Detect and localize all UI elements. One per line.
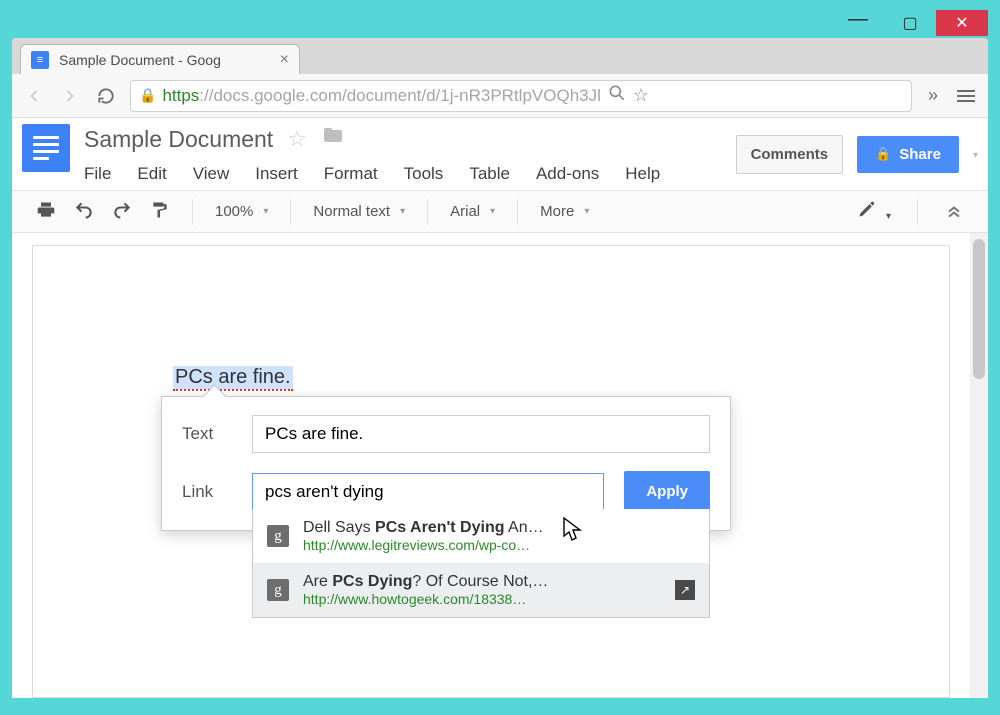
style-value: Normal text xyxy=(313,203,390,220)
lock-icon: 🔒 xyxy=(139,87,156,104)
address-bar[interactable]: 🔒 https://docs.google.com/document/d/1j-… xyxy=(130,80,912,112)
undo-icon xyxy=(74,200,94,220)
address-url: https://docs.google.com/document/d/1j-nR… xyxy=(162,86,600,106)
hamburger-icon xyxy=(957,90,975,92)
url-scheme: https xyxy=(162,86,199,105)
menu-addons[interactable]: Add-ons xyxy=(536,164,599,184)
pencil-icon xyxy=(857,199,877,219)
comments-button[interactable]: Comments xyxy=(736,135,844,174)
print-icon xyxy=(36,200,56,220)
print-button[interactable] xyxy=(36,200,56,224)
menu-insert[interactable]: Insert xyxy=(255,164,298,184)
apply-link-button[interactable]: Apply xyxy=(624,471,710,512)
open-link-icon[interactable]: ↗ xyxy=(675,580,695,600)
share-caret-icon[interactable]: ▾ xyxy=(973,148,978,161)
share-button[interactable]: 🔒 Share xyxy=(857,136,959,173)
paint-roller-icon xyxy=(150,200,170,220)
docs-toolbar: 100% ▾ Normal text ▾ Arial ▾ More ▾ ▾ xyxy=(12,191,988,233)
link-text-input[interactable] xyxy=(252,415,710,453)
font-value: Arial xyxy=(450,203,480,220)
arrow-left-icon xyxy=(24,86,44,106)
docs-favicon-icon: ≡ xyxy=(31,51,49,69)
menu-file[interactable]: File xyxy=(84,164,111,184)
minimize-icon: — xyxy=(848,8,868,31)
document-selected-text[interactable]: PCs are fine. xyxy=(173,366,293,389)
link-suggestion-item[interactable]: g Are PCs Dying? Of Course Not,… http://… xyxy=(253,563,709,617)
menu-view[interactable]: View xyxy=(193,164,230,184)
suggestion-title: Are PCs Dying? Of Course Not,… xyxy=(303,573,548,591)
url-path: ://docs.google.com/document/d/1j-nR3PRtl… xyxy=(199,86,601,105)
chevron-down-icon: ▾ xyxy=(886,211,891,222)
docs-header: Sample Document ☆ File Edit View Insert … xyxy=(12,118,988,191)
browser-window: ≡ Sample Document - Goog × 🔒 https://doc… xyxy=(12,38,988,698)
chevrons-up-icon xyxy=(944,200,964,220)
window-maximize-button[interactable]: ▢ xyxy=(884,10,936,36)
tab-close-button[interactable]: × xyxy=(280,52,289,68)
docs-menubar: File Edit View Insert Format Tools Table… xyxy=(84,164,660,184)
vertical-scrollbar[interactable] xyxy=(970,233,988,698)
browser-menu-button[interactable] xyxy=(954,90,978,102)
lock-icon: 🔒 xyxy=(875,146,891,162)
document-title[interactable]: Sample Document xyxy=(84,126,273,153)
star-document-button[interactable]: ☆ xyxy=(287,126,307,152)
close-icon: ✕ xyxy=(955,13,968,33)
zoom-value: 100% xyxy=(215,203,253,220)
menu-help[interactable]: Help xyxy=(625,164,660,184)
menu-tools[interactable]: Tools xyxy=(404,164,444,184)
overflow-chevrons-button[interactable]: » xyxy=(924,85,942,106)
menu-table[interactable]: Table xyxy=(469,164,510,184)
google-badge-icon: g xyxy=(267,525,289,547)
link-suggestions-dropdown: g Dell Says PCs Aren't Dying An… http://… xyxy=(252,509,710,618)
docs-logo-icon[interactable] xyxy=(22,124,70,172)
paragraph-style-dropdown[interactable]: Normal text ▾ xyxy=(313,203,405,220)
reload-icon xyxy=(96,86,116,106)
docs-canvas: PCs are fine. Text Link Apply g xyxy=(12,233,988,698)
suggestion-url: http://www.howtogeek.com/18338… xyxy=(303,591,548,607)
paint-format-button[interactable] xyxy=(150,200,170,224)
maximize-icon: ▢ xyxy=(902,13,917,33)
nav-forward-button[interactable] xyxy=(58,84,82,108)
bookmark-star-button[interactable]: ☆ xyxy=(633,85,649,106)
share-label: Share xyxy=(899,146,941,163)
scrollbar-thumb[interactable] xyxy=(973,239,985,379)
redo-icon xyxy=(112,200,132,220)
menu-edit[interactable]: Edit xyxy=(137,164,166,184)
link-text-label: Text xyxy=(182,424,232,444)
nav-reload-button[interactable] xyxy=(94,84,118,108)
suggestion-url: http://www.legitreviews.com/wp-co… xyxy=(303,537,544,553)
zoom-dropdown[interactable]: 100% ▾ xyxy=(215,203,268,220)
browser-tab-title: Sample Document - Goog xyxy=(59,52,270,68)
more-tools-dropdown[interactable]: More ▾ xyxy=(540,203,589,220)
chevron-down-icon: ▾ xyxy=(490,206,495,217)
move-folder-button[interactable] xyxy=(321,124,345,154)
link-url-label: Link xyxy=(182,482,232,502)
chevron-down-icon: ▾ xyxy=(263,206,268,217)
insert-link-dialog: Text Link Apply g Del xyxy=(161,396,731,531)
document-page[interactable]: PCs are fine. Text Link Apply g xyxy=(32,245,950,698)
undo-button[interactable] xyxy=(74,200,94,224)
browser-navbar: 🔒 https://docs.google.com/document/d/1j-… xyxy=(12,74,988,118)
redo-button[interactable] xyxy=(112,200,132,224)
nav-back-button[interactable] xyxy=(22,84,46,108)
collapse-toolbar-button[interactable] xyxy=(944,200,964,223)
browser-tabstrip: ≡ Sample Document - Goog × xyxy=(12,38,988,74)
link-suggestion-item[interactable]: g Dell Says PCs Aren't Dying An… http://… xyxy=(253,509,709,563)
google-badge-icon: g xyxy=(267,579,289,601)
link-url-input[interactable] xyxy=(252,473,604,511)
folder-icon xyxy=(321,124,345,148)
window-minimize-button[interactable]: — xyxy=(832,10,884,36)
editing-mode-button[interactable]: ▾ xyxy=(857,199,891,224)
chevron-down-icon: ▾ xyxy=(400,206,405,217)
omnibox-search-icon xyxy=(607,83,627,108)
browser-tab[interactable]: ≡ Sample Document - Goog × xyxy=(20,44,300,74)
more-label: More xyxy=(540,203,574,220)
chevron-down-icon: ▾ xyxy=(584,206,589,217)
window-close-button[interactable]: ✕ xyxy=(936,10,988,36)
font-dropdown[interactable]: Arial ▾ xyxy=(450,203,495,220)
suggestion-title: Dell Says PCs Aren't Dying An… xyxy=(303,519,544,537)
arrow-right-icon xyxy=(60,86,80,106)
menu-format[interactable]: Format xyxy=(324,164,378,184)
window-titlebar: — ▢ ✕ xyxy=(12,10,988,36)
